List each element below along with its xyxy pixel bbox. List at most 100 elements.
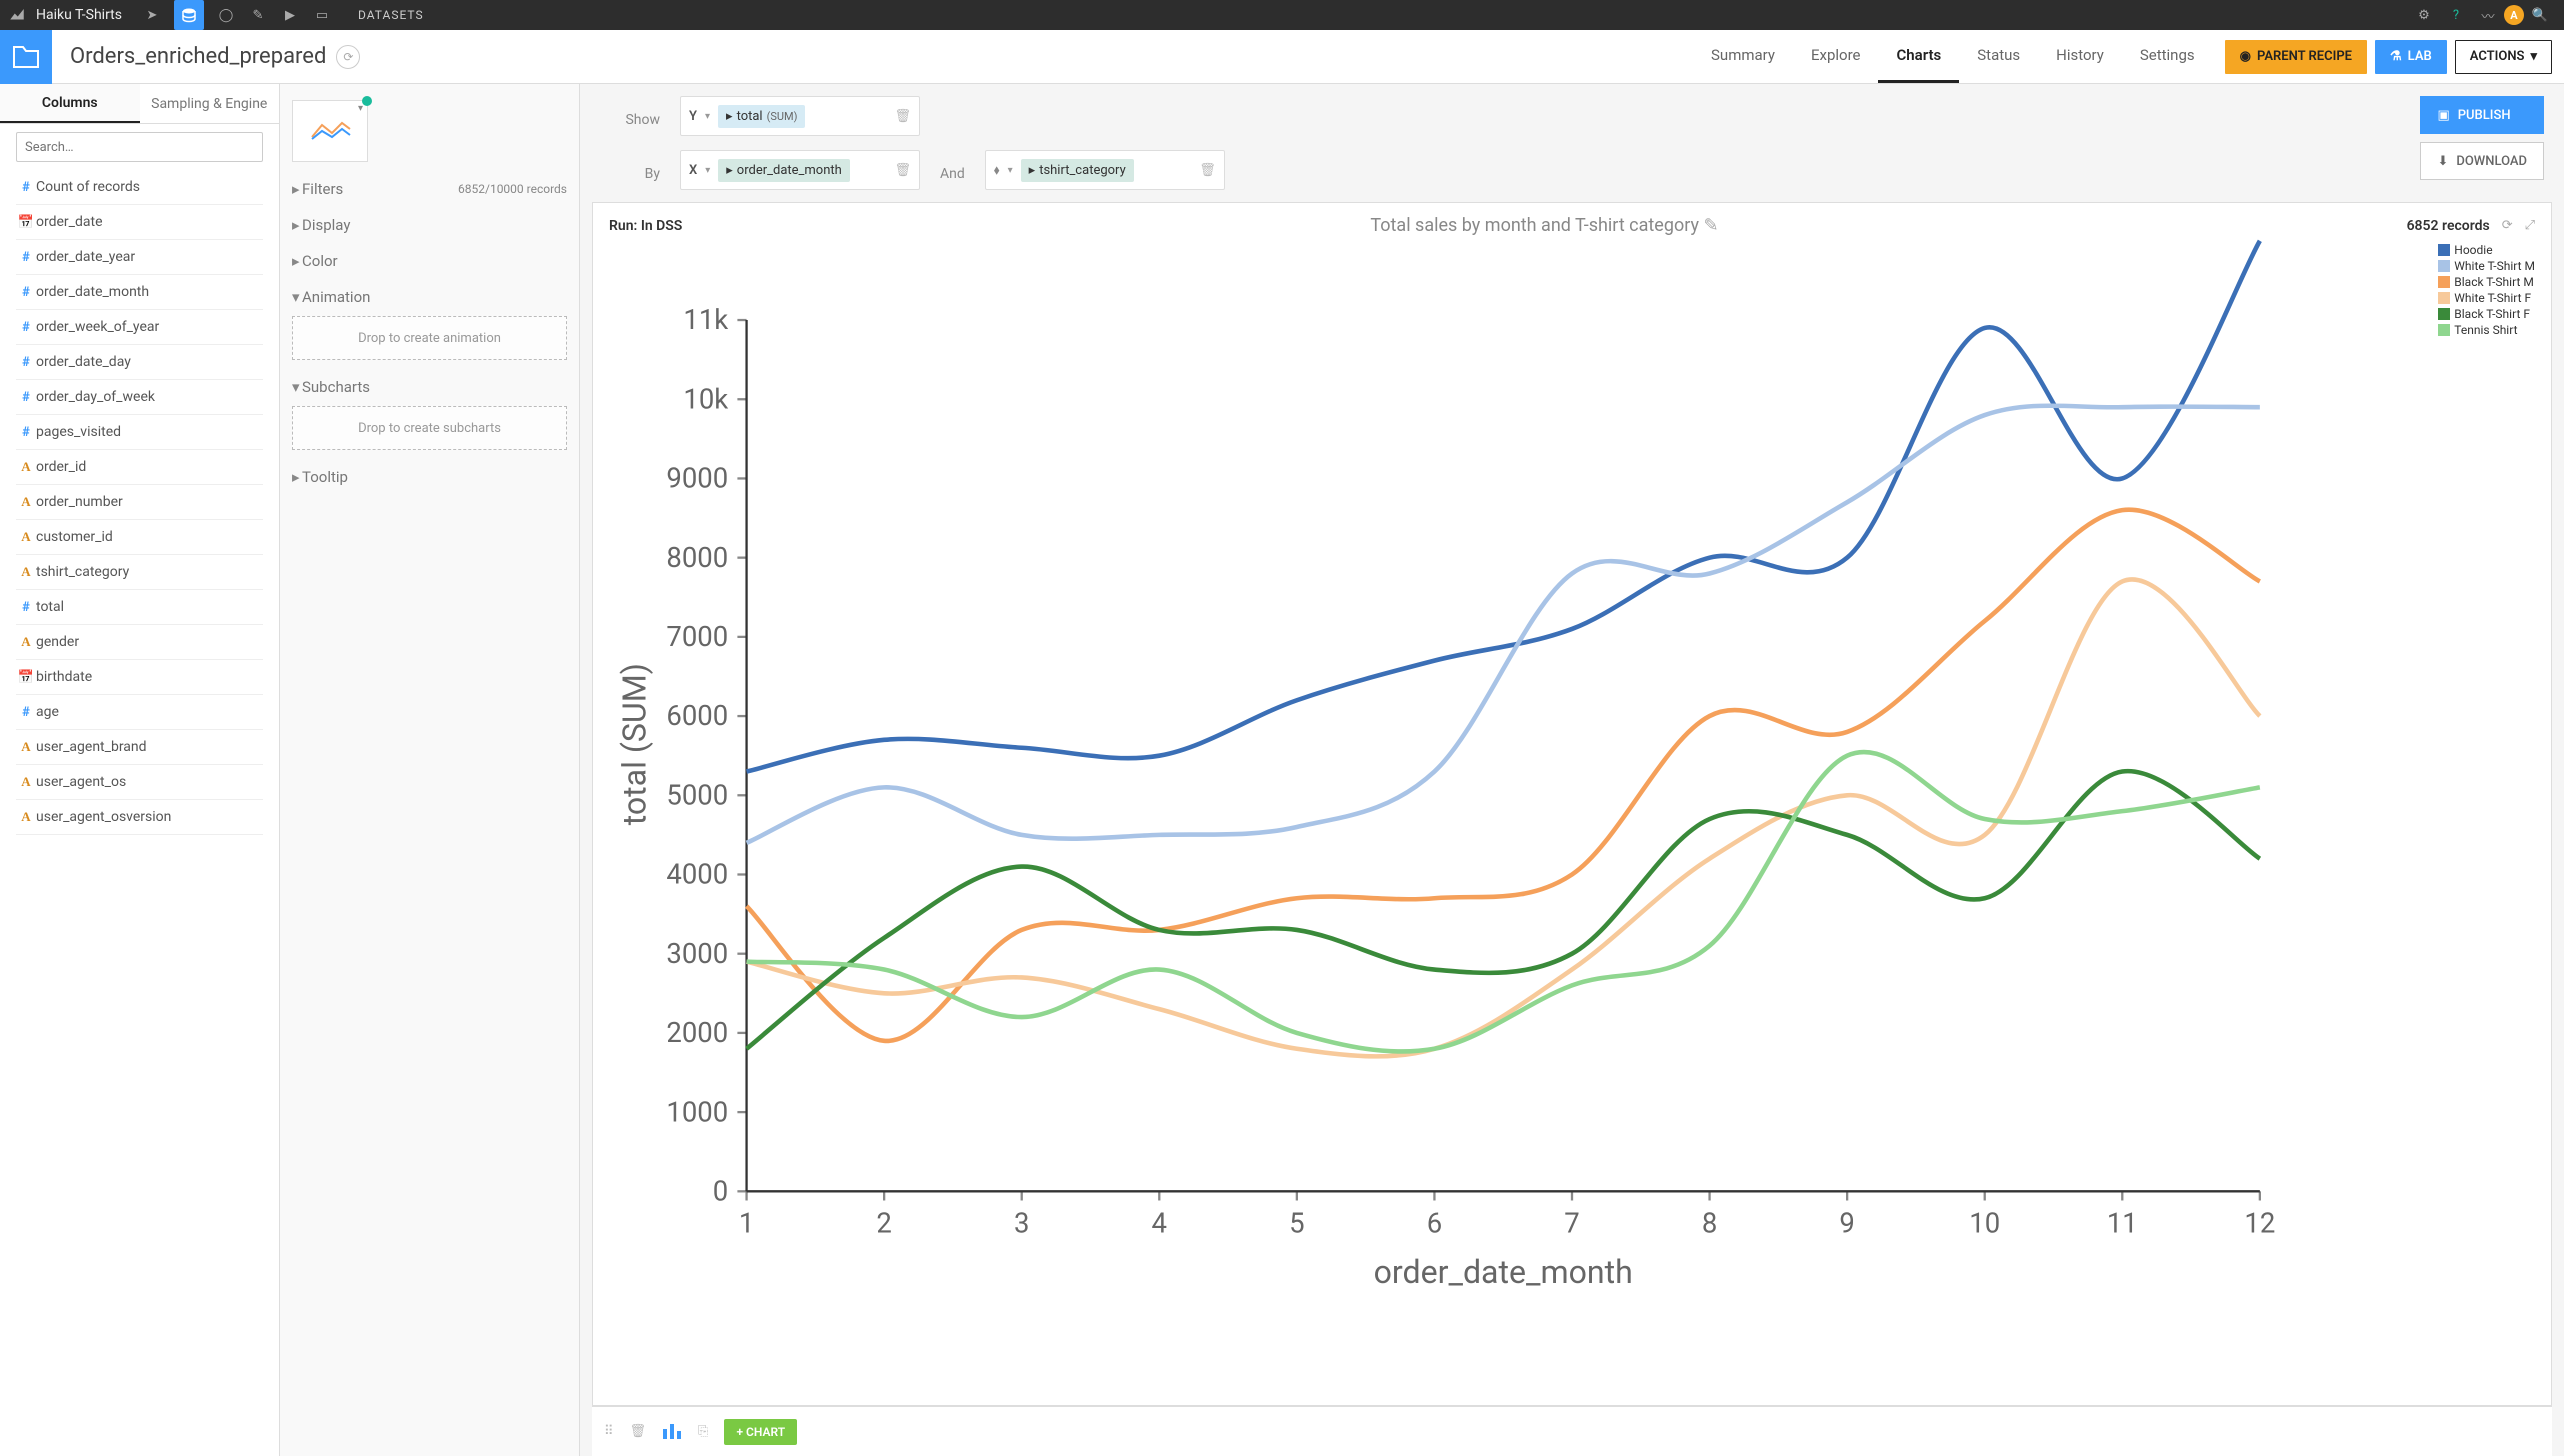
- column-name: user_agent_osversion: [36, 809, 171, 825]
- download-icon: ⬇: [2437, 154, 2448, 169]
- help-icon[interactable]: ?: [2446, 5, 2466, 25]
- tab-status[interactable]: Status: [1959, 30, 2038, 83]
- tab-summary[interactable]: Summary: [1693, 30, 1793, 83]
- lab-button[interactable]: ⚗LAB: [2375, 40, 2447, 74]
- more-icon[interactable]: ▭: [312, 5, 332, 25]
- download-button[interactable]: ⬇DOWNLOAD: [2420, 142, 2544, 180]
- notebooks-icon[interactable]: ✎: [248, 5, 268, 25]
- svg-text:total (SUM): total (SUM): [616, 663, 654, 825]
- tab-history[interactable]: History: [2038, 30, 2122, 83]
- refresh-icon[interactable]: ⟳: [2502, 218, 2513, 233]
- y-chip[interactable]: ▸ total (SUM): [718, 105, 805, 128]
- column-item[interactable]: Auser_agent_os: [16, 765, 263, 800]
- column-item[interactable]: Agender: [16, 625, 263, 660]
- sidetab-sampling-engine[interactable]: Sampling & Engine: [140, 84, 280, 123]
- trash-icon[interactable]: 🗑: [630, 1424, 647, 1439]
- column-item[interactable]: #order_date_month: [16, 275, 263, 310]
- trash-icon[interactable]: 🗑: [894, 163, 911, 178]
- column-name: pages_visited: [36, 424, 121, 440]
- column-item[interactable]: Atshirt_category: [16, 555, 263, 590]
- type-icon: #: [16, 250, 36, 265]
- svg-text:9000: 9000: [666, 462, 728, 495]
- column-name: order_date_day: [36, 354, 131, 370]
- column-item[interactable]: 📅order_date: [16, 205, 263, 240]
- bars-icon[interactable]: [662, 1421, 682, 1443]
- animation-section[interactable]: ▾Animation: [292, 288, 567, 306]
- svg-text:6000: 6000: [666, 699, 728, 732]
- column-name: order_number: [36, 494, 123, 510]
- svg-text:10k: 10k: [683, 382, 728, 415]
- svg-text:4: 4: [1152, 1207, 1167, 1240]
- trash-icon[interactable]: 🗑: [894, 109, 911, 124]
- svg-text:7: 7: [1564, 1207, 1579, 1240]
- legend-item[interactable]: Black T-Shirt F: [2438, 307, 2535, 321]
- svg-text:8: 8: [1702, 1207, 1717, 1240]
- jobs-icon[interactable]: ▶: [280, 5, 300, 25]
- activity-icon[interactable]: 〰: [2478, 5, 2498, 25]
- color-section[interactable]: ▸Color: [292, 252, 567, 270]
- column-name: order_date: [36, 214, 103, 230]
- animation-dropzone[interactable]: Drop to create animation: [292, 316, 567, 360]
- column-name: age: [36, 704, 59, 720]
- x-axis-pill[interactable]: X▾ ▸ order_date_month 🗑: [680, 150, 920, 190]
- search-input[interactable]: [16, 132, 263, 162]
- legend-item[interactable]: White T-Shirt F: [2438, 291, 2535, 305]
- chart-thumbnail[interactable]: ▾: [292, 100, 368, 162]
- tab-settings[interactable]: Settings: [2122, 30, 2213, 83]
- legend-item[interactable]: Hoodie: [2438, 243, 2535, 257]
- avatar[interactable]: A: [2504, 5, 2524, 25]
- gear-icon[interactable]: ⚙: [2414, 5, 2434, 25]
- svg-text:11k: 11k: [683, 303, 728, 336]
- and-chip[interactable]: ▸ tshirt_category: [1021, 159, 1134, 182]
- filters-section[interactable]: ▸Filters6852/10000 records: [292, 180, 567, 198]
- column-item[interactable]: #pages_visited: [16, 415, 263, 450]
- tab-charts[interactable]: Charts: [1878, 30, 1959, 83]
- svg-text:8000: 8000: [666, 541, 728, 574]
- project-name[interactable]: Haiku T-Shirts: [36, 7, 122, 23]
- parent-recipe-button[interactable]: ◉PARENT RECIPE: [2225, 40, 2367, 74]
- type-icon: A: [16, 774, 36, 790]
- subcharts-dropzone[interactable]: Drop to create subcharts: [292, 406, 567, 450]
- copy-icon[interactable]: ⎘: [698, 1424, 708, 1439]
- svg-text:9: 9: [1839, 1207, 1854, 1240]
- flow-icon[interactable]: ➤: [142, 5, 162, 25]
- trash-icon[interactable]: 🗑: [1199, 163, 1216, 178]
- type-icon: #: [16, 355, 36, 370]
- column-item[interactable]: #age: [16, 695, 263, 730]
- legend-item[interactable]: Black T-Shirt M: [2438, 275, 2535, 289]
- column-item[interactable]: #order_date_day: [16, 345, 263, 380]
- column-item[interactable]: #order_date_year: [16, 240, 263, 275]
- column-item[interactable]: Aorder_number: [16, 485, 263, 520]
- column-item[interactable]: Auser_agent_osversion: [16, 800, 263, 835]
- recipes-icon[interactable]: ◯: [216, 5, 236, 25]
- legend-item[interactable]: Tennis Shirt: [2438, 323, 2535, 337]
- column-item[interactable]: Aorder_id: [16, 450, 263, 485]
- type-icon: #: [16, 705, 36, 720]
- add-chart-button[interactable]: + CHART: [724, 1419, 797, 1445]
- x-chip[interactable]: ▸ order_date_month: [718, 159, 850, 182]
- column-item[interactable]: #order_day_of_week: [16, 380, 263, 415]
- and-pill[interactable]: ⬧▾ ▸ tshirt_category 🗑: [985, 150, 1225, 190]
- subcharts-section[interactable]: ▾Subcharts: [292, 378, 567, 396]
- tooltip-section[interactable]: ▸Tooltip: [292, 468, 567, 486]
- column-item[interactable]: #order_week_of_year: [16, 310, 263, 345]
- scatter-icon[interactable]: ⠿: [604, 1424, 614, 1439]
- column-item[interactable]: Auser_agent_brand: [16, 730, 263, 765]
- datasets-icon[interactable]: [174, 0, 204, 30]
- tab-explore[interactable]: Explore: [1793, 30, 1879, 83]
- column-item[interactable]: #Count of records: [16, 170, 263, 205]
- edit-icon[interactable]: ✎: [1703, 215, 1718, 236]
- refresh-icon[interactable]: ⟳: [336, 45, 360, 69]
- column-item[interactable]: Acustomer_id: [16, 520, 263, 555]
- actions-button[interactable]: ACTIONS▾: [2455, 40, 2552, 74]
- legend-item[interactable]: White T-Shirt M: [2438, 259, 2535, 273]
- search-icon[interactable]: 🔍: [2530, 5, 2550, 25]
- column-item[interactable]: 📅birthdate: [16, 660, 263, 695]
- column-item[interactable]: #total: [16, 590, 263, 625]
- svg-text:4000: 4000: [666, 858, 728, 891]
- sidetab-columns[interactable]: Columns: [0, 84, 140, 123]
- publish-button[interactable]: ▣PUBLISH: [2420, 96, 2544, 134]
- expand-icon[interactable]: ⤢: [2525, 218, 2535, 233]
- display-section[interactable]: ▸Display: [292, 216, 567, 234]
- y-axis-pill[interactable]: Y▾ ▸ total (SUM) 🗑: [680, 96, 920, 136]
